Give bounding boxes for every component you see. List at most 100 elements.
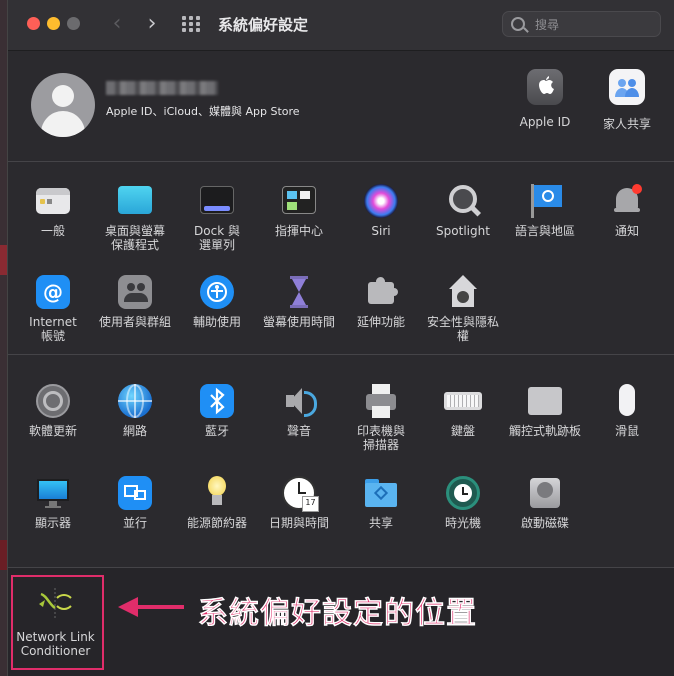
title-bar: ‹ › 系統偏好設定: [8, 0, 674, 51]
pref-label: Dock 與 選單列: [194, 224, 240, 252]
pref-siri[interactable]: Siri: [341, 182, 421, 238]
preferences-section-personal: 一般 桌面與螢幕 保護程式 Dock 與 選單列 指揮中心 Siri Spotl…: [8, 162, 674, 354]
pref-dock-menubar[interactable]: Dock 與 選單列: [177, 182, 257, 252]
pref-users-groups[interactable]: 使用者與群組: [95, 273, 175, 329]
account-section: Apple ID、iCloud、媒體與 App Store Apple ID 家…: [8, 51, 674, 161]
pref-keyboard[interactable]: 鍵盤: [423, 382, 503, 438]
pref-label: 安全性與隱私權: [426, 315, 499, 343]
pref-sound[interactable]: 聲音: [259, 382, 339, 438]
pref-label: 螢幕使用時間: [262, 315, 335, 329]
search-icon: [511, 17, 525, 31]
pref-label: 觸控式軌跡板: [508, 424, 581, 438]
pref-sharing[interactable]: 共享: [341, 474, 421, 530]
pref-label: 延伸功能: [356, 315, 405, 329]
pref-bluetooth[interactable]: 藍牙: [177, 382, 257, 438]
search-field[interactable]: [502, 11, 661, 37]
display-icon: [34, 474, 72, 512]
pref-time-machine[interactable]: 時光機: [423, 474, 503, 530]
minimize-button[interactable]: [47, 17, 60, 30]
pref-label: 聲音: [286, 424, 311, 438]
pref-label: 日期與時間: [268, 516, 329, 530]
pref-label: 一般: [40, 224, 65, 238]
pref-language-region[interactable]: 語言與地區: [505, 182, 585, 238]
network-link-conditioner-icon: [39, 588, 72, 618]
family-sharing-icon: [609, 69, 645, 105]
pref-label: 網路: [122, 424, 147, 438]
gear-icon: [34, 382, 72, 420]
spotlight-icon: [444, 182, 482, 220]
show-all-grid-icon[interactable]: [182, 16, 200, 32]
pref-label: Spotlight: [436, 224, 490, 238]
pref-label: 藍牙: [204, 424, 229, 438]
zoom-button[interactable]: [67, 17, 80, 30]
pref-trackpad[interactable]: 觸控式軌跡板: [505, 382, 585, 438]
user-avatar[interactable]: [31, 73, 95, 137]
pref-label: 桌面與螢幕 保護程式: [104, 224, 165, 252]
pref-security-privacy[interactable]: 安全性與隱私權: [423, 273, 503, 343]
general-icon: [34, 182, 72, 220]
pref-label: 軟體更新: [28, 424, 77, 438]
pref-label: 鍵盤: [450, 424, 475, 438]
pref-label: 啟動磁碟: [520, 516, 569, 530]
account-subtitle: Apple ID、iCloud、媒體與 App Store: [106, 105, 300, 118]
pref-displays[interactable]: 顯示器: [13, 474, 93, 530]
pref-date-time[interactable]: 17 日期與時間: [259, 474, 339, 530]
pref-label: 顯示器: [34, 516, 71, 530]
pref-energy-saver[interactable]: 能源節約器: [177, 474, 257, 530]
puzzle-piece-icon: [362, 273, 400, 311]
pref-label: 並行: [122, 516, 147, 530]
background-window-sliver: [0, 245, 7, 275]
pref-label: 語言與地區: [514, 224, 575, 238]
search-input[interactable]: [533, 15, 657, 35]
pref-apple-id[interactable]: Apple ID: [509, 69, 581, 129]
pref-network[interactable]: 網路: [95, 382, 175, 438]
back-button[interactable]: ‹: [106, 12, 128, 36]
users-icon: [116, 273, 154, 311]
pref-desktop-screensaver[interactable]: 桌面與螢幕 保護程式: [95, 182, 175, 252]
bluetooth-icon: [198, 382, 236, 420]
pref-software-update[interactable]: 軟體更新: [13, 382, 93, 438]
trackpad-icon: [526, 382, 564, 420]
window-title: 系統偏好設定: [218, 16, 309, 34]
pref-family-sharing[interactable]: 家人共享: [591, 69, 663, 132]
globe-icon: [116, 382, 154, 420]
background-window-sliver: [0, 540, 7, 570]
family-sharing-label: 家人共享: [602, 117, 651, 131]
pref-sidecar[interactable]: 並行: [95, 474, 175, 530]
pref-extensions[interactable]: 延伸功能: [341, 273, 421, 329]
pref-notifications[interactable]: 通知: [587, 182, 667, 238]
keyboard-icon: [444, 382, 482, 420]
pref-label: 輔助使用: [192, 315, 241, 329]
mission-control-icon: [280, 182, 318, 220]
desktop-icon: [116, 182, 154, 220]
pref-screen-time[interactable]: 螢幕使用時間: [259, 273, 339, 329]
pref-printers-scanners[interactable]: 印表機與 掃描器: [341, 382, 421, 452]
pref-general[interactable]: 一般: [13, 182, 93, 238]
siri-icon: [362, 182, 400, 220]
pref-label: 共享: [368, 516, 393, 530]
background-edge: [0, 0, 7, 676]
sidecar-icon: [116, 474, 154, 512]
pref-label: 滑鼠: [614, 424, 639, 438]
pref-label: Siri: [371, 224, 391, 238]
pref-label: Internet 帳號: [29, 315, 77, 343]
annotation-text: 系統偏好設定的位置: [198, 596, 477, 632]
printer-icon: [362, 382, 400, 420]
accessibility-icon: [198, 273, 236, 311]
pref-label: 能源節約器: [186, 516, 247, 530]
network-link-conditioner-label: Network Link Conditioner: [16, 630, 95, 658]
pref-startup-disk[interactable]: 啟動磁碟: [505, 474, 585, 530]
close-button[interactable]: [27, 17, 40, 30]
pref-label: 通知: [614, 224, 639, 238]
pref-label: 使用者與群組: [98, 315, 171, 329]
pref-internet-accounts[interactable]: @ Internet 帳號: [13, 273, 93, 343]
forward-button[interactable]: ›: [141, 12, 163, 36]
pref-accessibility[interactable]: 輔助使用: [177, 273, 257, 329]
speaker-icon: [280, 382, 318, 420]
mouse-icon: [608, 382, 646, 420]
pref-mouse[interactable]: 滑鼠: [587, 382, 667, 438]
pref-mission-control[interactable]: 指揮中心: [259, 182, 339, 238]
blurred-user-name: [106, 81, 218, 95]
preferences-section-other: Network Link Conditioner 系統偏好設定的位置: [8, 568, 674, 676]
pref-spotlight[interactable]: Spotlight: [423, 182, 503, 238]
